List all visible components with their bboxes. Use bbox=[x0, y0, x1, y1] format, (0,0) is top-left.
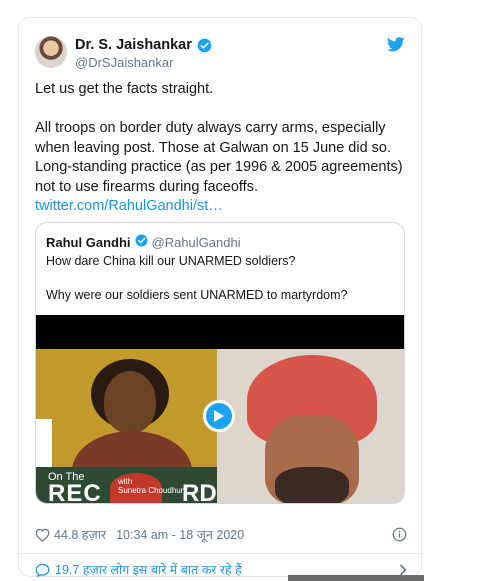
quoted-author-name[interactable]: Rahul Gandhi bbox=[46, 235, 131, 250]
video-thumbnail[interactable]: On The REC with Sunetra Choudhury RD bbox=[36, 315, 404, 504]
bottom-scroll-bar bbox=[288, 575, 424, 581]
card-divider bbox=[19, 553, 421, 554]
quoted-line-2: Why were our soldiers sent UNARMED to ma… bbox=[46, 288, 348, 302]
show-host-name: Sunetra Choudhury bbox=[118, 486, 188, 495]
info-icon[interactable] bbox=[392, 527, 407, 542]
tweet-paragraph-2: All troops on border duty always carry a… bbox=[35, 120, 403, 195]
like-count[interactable]: 44.8 हज़ार bbox=[54, 526, 106, 543]
video-left-panel: On The REC with Sunetra Choudhury RD bbox=[36, 349, 217, 504]
show-logo-strip: On The REC with Sunetra Choudhury RD bbox=[36, 467, 217, 504]
chat-bubble-icon bbox=[35, 563, 50, 577]
tweet-link[interactable]: twitter.com/RahulGandhi/st… bbox=[35, 198, 223, 214]
video-right-panel bbox=[217, 349, 404, 503]
heart-icon[interactable] bbox=[35, 528, 50, 542]
show-label-rec: REC bbox=[48, 480, 102, 504]
quoted-verified-badge-icon bbox=[135, 234, 148, 250]
author-handle[interactable]: @DrSJaishankar bbox=[75, 55, 173, 70]
quoted-author-handle[interactable]: @RahulGandhi bbox=[152, 235, 241, 250]
tweet-timestamp[interactable]: 10:34 am - 18 जून 2020 bbox=[116, 526, 244, 543]
play-button-icon[interactable] bbox=[203, 400, 235, 432]
show-host-with: with bbox=[118, 477, 133, 486]
tweet-card[interactable]: Dr. S. Jaishankar @DrSJaishankar Let us … bbox=[18, 17, 422, 577]
conversation-text: 19.7 हज़ार लोग इस बारे में बात कर रहे है… bbox=[55, 563, 242, 577]
quoted-line-1: How dare China kill our UNARMED soldiers… bbox=[46, 254, 296, 268]
video-top-bar bbox=[36, 315, 404, 349]
author-name[interactable]: Dr. S. Jaishankar bbox=[75, 37, 192, 53]
show-host-credit: with Sunetra Choudhury bbox=[118, 477, 187, 495]
author-avatar[interactable] bbox=[35, 36, 67, 68]
quoted-text: How dare China kill our UNARMED soldiers… bbox=[46, 253, 396, 304]
verified-badge-icon bbox=[197, 38, 212, 53]
twitter-bird-icon[interactable] bbox=[386, 37, 405, 57]
tweet-meta: 44.8 हज़ार 10:34 am - 18 जून 2020 bbox=[35, 526, 407, 543]
show-label-rd: RD bbox=[182, 480, 217, 504]
quoted-tweet[interactable]: Rahul Gandhi @RahulGandhi How dare China… bbox=[35, 222, 405, 504]
tweet-body: Let us get the facts straight. All troop… bbox=[35, 80, 405, 217]
tweet-line-1: Let us get the facts straight. bbox=[35, 81, 214, 97]
chevron-right-icon bbox=[399, 563, 407, 576]
